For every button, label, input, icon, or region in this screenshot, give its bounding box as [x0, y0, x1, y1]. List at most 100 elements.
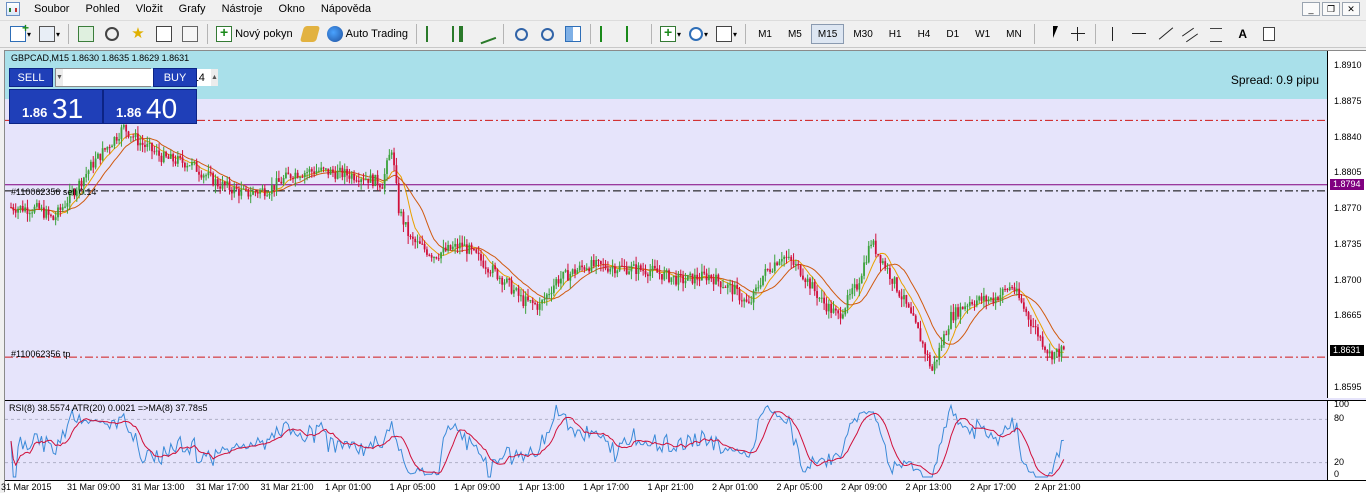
menu-okno[interactable]: Okno	[271, 0, 313, 18]
sell-button[interactable]: SELL	[9, 68, 53, 87]
tile-windows-button[interactable]	[562, 23, 584, 45]
buy-button[interactable]: BUY	[153, 68, 197, 87]
text-label-button[interactable]	[1258, 23, 1280, 45]
crosshair-button[interactable]	[101, 23, 123, 45]
candle	[144, 140, 146, 153]
indicator-list-button[interactable]	[658, 23, 683, 45]
periods-button[interactable]	[687, 23, 710, 45]
candle	[35, 199, 38, 209]
take-profit-label[interactable]: #110062356 tp	[11, 349, 70, 359]
cursor-tool-button[interactable]	[1041, 23, 1063, 45]
lot-decrease-button[interactable]: ▼	[56, 69, 63, 86]
candle	[968, 296, 971, 310]
timeframe-m5[interactable]: M5	[781, 24, 809, 44]
candle	[917, 321, 919, 329]
time-tick-label: 31 Mar 09:00	[67, 482, 121, 492]
window-controls: _ ❐ ✕	[1302, 2, 1360, 16]
time-tick-label: 2 Apr 01:00	[712, 482, 759, 492]
tile-windows-icon	[565, 26, 582, 42]
bar-chart-button[interactable]	[423, 23, 445, 45]
lot-increase-button[interactable]: ▲	[210, 69, 218, 86]
new-chart-button[interactable]	[8, 21, 33, 45]
candle	[285, 167, 287, 180]
close-button[interactable]: ✕	[1342, 2, 1360, 16]
time-tick-label: 1 Apr 21:00	[647, 482, 694, 492]
menu-vlozit[interactable]: Vložit	[128, 0, 171, 18]
text-tool-button[interactable]: A	[1232, 23, 1254, 45]
timeframe-h4[interactable]: H4	[911, 24, 938, 44]
candle	[997, 295, 999, 302]
timeframe-h1[interactable]: H1	[882, 24, 909, 44]
line-chart-button[interactable]	[475, 23, 497, 45]
indicator-tick-label: 0	[1334, 469, 1340, 479]
candle	[503, 279, 506, 291]
timeframe-m15[interactable]: M15	[810, 24, 845, 44]
menu-pohled[interactable]: Pohled	[77, 0, 127, 18]
indicators-button[interactable]	[75, 23, 97, 45]
timeframe-m1[interactable]: M1	[751, 24, 779, 44]
menu-grafy[interactable]: Grafy	[171, 0, 214, 18]
zoom-out-button[interactable]	[536, 23, 558, 45]
price-axis[interactable]: 1.8910 1.8875 1.8840 1.8805 1.8770 1.8735 1.87…	[1327, 51, 1366, 398]
sell-quote[interactable]: 1.86 31	[9, 89, 103, 124]
candle-chart-button[interactable]	[449, 23, 471, 45]
profiles-button[interactable]	[37, 23, 62, 45]
candle	[111, 144, 113, 148]
timeframe-d1[interactable]: D1	[939, 24, 966, 44]
candle	[889, 265, 891, 285]
price-panel[interactable]: GBPCAD,M15 1.8630 1.8635 1.8629 1.8631 S…	[5, 51, 1327, 398]
navigator-button[interactable]	[153, 23, 175, 45]
candle	[752, 289, 755, 311]
price-chart[interactable]	[5, 51, 1327, 398]
trendline-button[interactable]	[1154, 23, 1176, 45]
fibonacci-button[interactable]	[1206, 23, 1228, 45]
candle	[374, 174, 377, 187]
menu-napoveda[interactable]: Nápověda	[313, 0, 379, 18]
restore-button[interactable]: ❐	[1322, 2, 1340, 16]
metaeditor-button[interactable]	[299, 23, 321, 45]
candle	[578, 261, 581, 273]
sell-order-label[interactable]: #110062356 sell 0.14	[11, 187, 96, 197]
timeframe-w1[interactable]: W1	[968, 24, 997, 44]
crosshair-tool-button[interactable]	[1067, 23, 1089, 45]
templates-button[interactable]	[714, 23, 739, 45]
toolbar-separator	[207, 24, 209, 44]
candle	[179, 154, 182, 161]
menu-nastroje[interactable]: Nástroje	[214, 0, 271, 18]
vertical-line-button[interactable]	[1102, 23, 1124, 45]
timeframe-mn[interactable]: MN	[999, 24, 1029, 44]
indicator-axis: 100 80 20 0	[1327, 399, 1366, 480]
new-order-button[interactable]: Nový pokyn	[214, 23, 295, 45]
menu-soubor[interactable]: Soubor	[26, 0, 77, 18]
time-tick-label: 1 Apr 17:00	[583, 482, 630, 492]
candle	[842, 309, 844, 320]
channel-button[interactable]	[1180, 23, 1202, 45]
candle	[1025, 306, 1028, 317]
auto-trading-button[interactable]: Auto Trading	[325, 23, 410, 45]
candle	[625, 261, 628, 276]
chart-window[interactable]: GBPCAD,M15 1.8630 1.8635 1.8629 1.8631 S…	[1, 50, 1366, 493]
app-icon[interactable]	[6, 2, 20, 16]
candle	[710, 274, 713, 282]
minimize-button[interactable]: _	[1302, 2, 1320, 16]
zoom-in-button[interactable]	[510, 23, 532, 45]
chart-shift-button[interactable]	[597, 23, 619, 45]
timeframe-m30[interactable]: M30	[846, 24, 879, 44]
buy-quote[interactable]: 1.86 40	[103, 89, 197, 124]
candle	[604, 259, 607, 271]
zoom-in-icon	[514, 27, 528, 41]
text-label-icon	[1262, 27, 1275, 41]
vertical-line-icon	[1105, 26, 1121, 42]
indicator-panel[interactable]: RSI(8) 38.5574 ATR(20) 0.0021 =>MA(8) 37…	[5, 400, 1327, 480]
candle	[280, 176, 283, 184]
tester-button[interactable]	[179, 23, 201, 45]
candle	[24, 203, 26, 213]
horizontal-line-icon	[1131, 26, 1147, 42]
horizontal-line-button[interactable]	[1128, 23, 1150, 45]
auto-scroll-button[interactable]	[623, 23, 645, 45]
favorites-button[interactable]: ★	[127, 23, 149, 45]
candle	[668, 268, 670, 284]
candle	[270, 177, 273, 201]
candle	[865, 255, 868, 265]
candle	[50, 213, 52, 218]
